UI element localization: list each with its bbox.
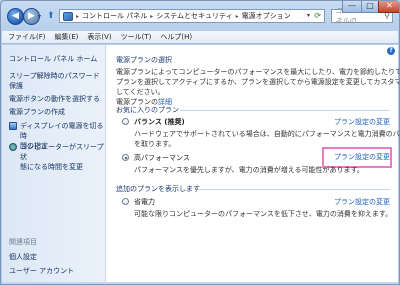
sidebar-home-link[interactable]: コントロール パネル ホーム [9, 54, 97, 64]
globe-icon [9, 143, 17, 151]
sidebar-item-label: スリープ解除時のパスワード [9, 72, 100, 80]
menu-tools[interactable]: ツール(T) [121, 32, 152, 42]
group-divider [180, 110, 390, 111]
control-panel-icon [63, 11, 73, 21]
change-plan-settings-link[interactable]: プラン設定の変更 [334, 117, 390, 127]
plan-name-power-saver[interactable]: 省電力 [134, 197, 155, 207]
menu-bar: ファイル(F) 編集(E) 表示(V) ツール(T) ヘルプ(H) [2, 31, 398, 44]
sidebar-item-wake-password[interactable]: スリープ解除時のパスワード 保護 [9, 71, 100, 91]
control-panel-window: ◀ ▶ ▾ ⬆ ▸ コントロール パネル ▸ システムとセキュリティ ▸ 電源オ… [0, 0, 400, 285]
sidebar-item-sleep-time[interactable]: コンピューターがスリープ状 態になる時間を変更 [9, 142, 105, 172]
maximize-button[interactable]: □ [361, 1, 379, 13]
menu-view[interactable]: 表示(V) [87, 32, 111, 42]
breadcrumb-control-panel[interactable]: コントロール パネル [82, 11, 147, 21]
related-user-accounts-link[interactable]: ユーザー アカウント [9, 266, 74, 276]
favorites-group-label: お気に入りのプラン [116, 106, 179, 114]
menu-edit[interactable]: 編集(E) [55, 32, 79, 42]
sidebar-item-label: ディスプレイの電源を切る時 [20, 122, 104, 140]
recent-pages-chevron-icon[interactable]: ▾ [38, 13, 41, 20]
sidebar-item-power-button[interactable]: 電源ボタンの動作を選択する [9, 94, 100, 104]
related-title: 関連項目 [9, 238, 37, 246]
description-line: プランを選択してアクティブにするか、プランを選択してから電源設定を変更してカスタ… [116, 78, 400, 86]
change-plan-settings-link[interactable]: プラン設定の変更 [334, 197, 390, 207]
breadcrumb-system-security[interactable]: システムとセキュリティ [156, 11, 232, 21]
related-personalization-link[interactable]: 個人設定 [9, 252, 37, 262]
page-title: 電源プランの選択 [116, 56, 172, 64]
plan-desc-line: ハードウェアでサポートされている場合は、自動的にパフォーマンスと電力消費のバラン… [134, 130, 400, 138]
status-bar [2, 282, 398, 284]
sidebar-item-label: 保護 [9, 82, 23, 90]
plan-desc-high-performance: パフォーマンスを優先しますが、電力の消費が増える可能性があります。 [134, 166, 364, 174]
refresh-icon[interactable]: ⟳ [314, 11, 321, 20]
back-button[interactable]: ◀ [7, 8, 24, 25]
address-toolbar: ◀ ▶ ▾ ⬆ ▸ コントロール パネル ▸ システムとセキュリティ ▸ 電源オ… [1, 1, 399, 31]
main-content: 電源プランの選択 電源プランによってコンピューターのパフォーマンスを最大にしたり… [106, 45, 400, 284]
description-line: 電源プランによってコンピューターのパフォーマンスを最大にしたり、電力を節約したり… [116, 68, 400, 76]
plan-radio-power-saver[interactable] [122, 198, 129, 205]
address-bar[interactable]: ▸ コントロール パネル ▸ システムとセキュリティ ▸ 電源オプション ▾ ⟳ [59, 9, 325, 23]
description-line: してください。 [116, 88, 165, 96]
monitor-icon [9, 122, 17, 130]
plan-name-balanced[interactable]: バランス (推奨) [134, 117, 185, 127]
minimize-button[interactable]: — [342, 1, 362, 13]
plan-radio-balanced[interactable] [122, 118, 129, 125]
menu-file[interactable]: ファイル(F) [8, 32, 46, 42]
plan-desc-balanced: ハードウェアでサポートされている場合は、自動的にパフォーマンスと電力消費のバラン… [134, 129, 400, 149]
more-plans-expander[interactable]: 追加のプランを表示します [116, 184, 200, 194]
breadcrumb-separator-icon[interactable]: ▸ [150, 13, 153, 20]
sidebar-item-label: 態になる時間を変更 [20, 163, 83, 171]
help-icon[interactable]: ? [387, 47, 395, 55]
up-arrow-icon[interactable]: ⬆ [47, 11, 55, 21]
sidebar-item-create-plan[interactable]: 電源プランの作成 [9, 107, 65, 117]
plan-name-high-performance[interactable]: 高パフォーマンス [134, 153, 190, 163]
task-pane: コントロール パネル ホーム スリープ解除時のパスワード 保護 電源ボタンの動作… [2, 45, 106, 284]
plan-radio-high-performance[interactable] [122, 154, 129, 161]
close-button[interactable]: ✕ [378, 1, 399, 13]
page-description: 電源プランによってコンピューターのパフォーマンスを最大にしたり、電力を節約したり… [116, 67, 400, 107]
plan-desc-power-saver: 可能な限りコンピューターのパフォーマンスを低下させ、電力の消費を抑えます。 [134, 210, 393, 218]
breadcrumb-power-options[interactable]: 電源オプション [242, 11, 291, 21]
breadcrumb-separator-icon[interactable]: ▸ [76, 13, 79, 20]
group-divider [198, 189, 390, 190]
sidebar-item-label: コンピューターがスリープ状 [20, 143, 104, 161]
address-dropdown-icon[interactable]: ▾ [307, 12, 310, 19]
menu-help[interactable]: ヘルプ(H) [160, 32, 192, 42]
breadcrumb-separator-icon[interactable]: ▸ [236, 13, 239, 20]
